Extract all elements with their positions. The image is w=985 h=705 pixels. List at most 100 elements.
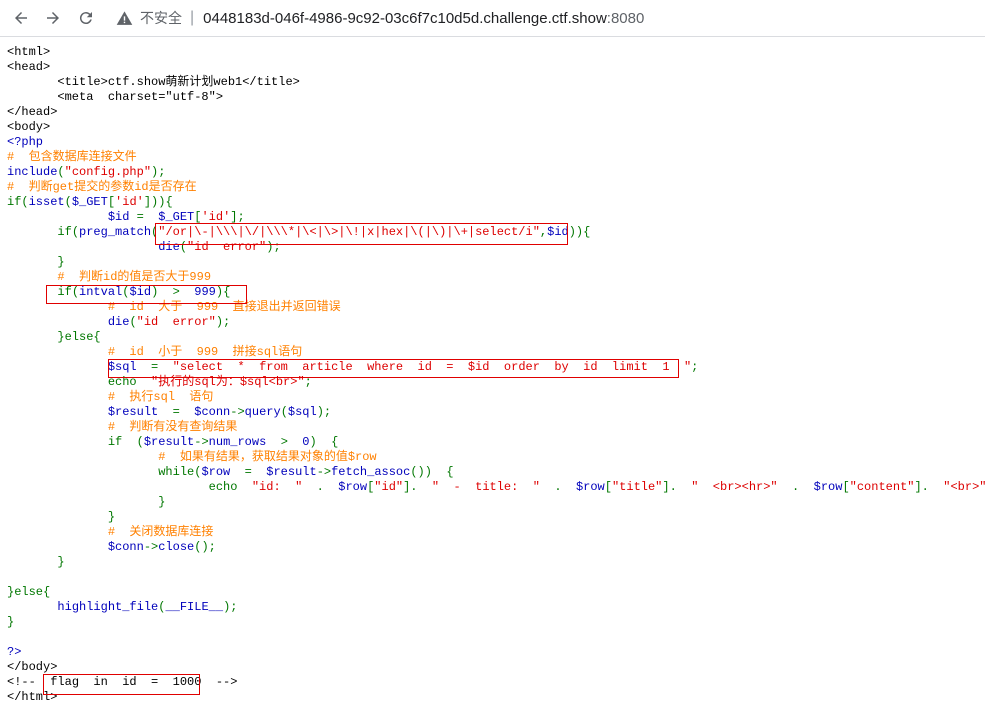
source-line: while($row = $result->fetch_assoc()) { (7, 465, 982, 480)
code-token: die (107, 315, 130, 329)
code-token: "id: " (251, 480, 317, 494)
code-token: -> (230, 405, 245, 419)
code-token: } (7, 555, 65, 569)
code-token: intval (79, 285, 123, 299)
code-token: $row (575, 480, 605, 494)
code-token: ( (129, 315, 137, 329)
arrow-left-icon (15, 12, 27, 24)
url-port: :8080 (606, 9, 645, 27)
code-token: --> (201, 675, 238, 689)
code-token: ]. (662, 480, 692, 494)
security-label[interactable]: 不安全 (140, 8, 182, 28)
source-line: <title>ctf.show萌新计划web1</title> (7, 75, 982, 90)
source-line: $id = $_GET['id']; (7, 210, 982, 225)
code-token: if (57, 285, 72, 299)
code-token: include (7, 165, 58, 179)
source-line: # 如果有结果，获取结果对象的值$row (7, 450, 982, 465)
code-token: ]. (403, 480, 432, 494)
source-line: die("id error"); (7, 240, 982, 255)
code-token: "select * from article where id = $id or… (172, 360, 692, 374)
code-token: ( (179, 240, 188, 254)
code-token: $id (547, 225, 569, 239)
code-token: " - title: " (431, 480, 555, 494)
reload-button[interactable] (74, 6, 98, 30)
code-token: ( (71, 285, 80, 299)
code-token: (); (194, 540, 216, 554)
code-token: . (316, 480, 339, 494)
code-token: = (172, 405, 195, 419)
source-line: # 关闭数据库连接 (7, 525, 982, 540)
code-token: # id 小于 999 拼接sql语句 (7, 345, 303, 359)
code-token: } (7, 615, 15, 629)
code-token: = (136, 210, 152, 224)
omnibox-separator: | (190, 9, 195, 26)
code-token: 'id' (201, 210, 231, 224)
back-button[interactable] (9, 6, 33, 30)
code-token: ); (316, 405, 332, 419)
source-line: <body> (7, 120, 982, 135)
reload-icon (79, 12, 92, 25)
code-token: "<br>" (943, 480, 985, 494)
code-token: [ (604, 480, 612, 494)
code-token: "id" (374, 480, 404, 494)
code-token: ( (21, 195, 29, 209)
code-token: $result (143, 435, 195, 449)
code-token: # 包含数据库连接文件 (7, 150, 137, 164)
source-line: ?> (7, 645, 982, 660)
source-line: # 包含数据库连接文件 (7, 150, 982, 165)
code-token: <html> (7, 45, 51, 59)
code-token: } (7, 255, 65, 269)
code-token: if (107, 435, 137, 449)
source-line: <meta charset="utf-8"> (7, 90, 982, 105)
source-line: }else{ (7, 330, 982, 345)
source-line: # id 小于 999 拼接sql语句 (7, 345, 982, 360)
code-token: "content" (849, 480, 915, 494)
source-line: echo "id: " . $row["id"]. " - title: " .… (7, 480, 985, 495)
code-token: </html> (7, 690, 58, 704)
code-token: ){ (215, 285, 231, 299)
code-token: close (158, 540, 195, 554)
source-line: }else{ (7, 585, 982, 600)
code-token: } (7, 510, 116, 524)
code-token: # 执行sql 语句 (7, 390, 214, 404)
source-line: include("config.php"); (7, 165, 982, 180)
source-line: <html> (7, 45, 982, 60)
source-line: if(intval($id) > 999){ (7, 285, 982, 300)
code-token: ); (151, 165, 166, 179)
code-token: preg_match (79, 225, 152, 239)
source-line: die("id error"); (7, 315, 982, 330)
source-line: # id 大于 999 直接退出并返回错误 (7, 300, 982, 315)
source-line: } (7, 510, 982, 525)
source-line: $sql = "select * from article where id =… (7, 360, 982, 375)
code-token: $conn (194, 405, 231, 419)
code-token: = (244, 465, 267, 479)
source-line (7, 630, 982, 645)
code-token: if (57, 225, 72, 239)
source-line: <head> (7, 60, 982, 75)
code-token: [ (107, 195, 116, 209)
code-token: # 关闭数据库连接 (7, 525, 214, 539)
code-token: echo (208, 480, 252, 494)
code-token: } (7, 495, 166, 509)
code-token: "id error" (187, 240, 267, 254)
code-token: while (158, 465, 195, 479)
code-token: 0 (302, 435, 310, 449)
code-token: highlight_file (57, 600, 159, 614)
code-token: }else{ (7, 585, 51, 599)
source-line: if(isset($_GET['id'])){ (7, 195, 982, 210)
code-token: ]; (230, 210, 245, 224)
code-token: ); (215, 315, 231, 329)
source-line: } (7, 555, 982, 570)
code-token: )){ (568, 225, 591, 239)
code-token: [ (842, 480, 850, 494)
arrow-right-icon (47, 12, 59, 24)
code-token: echo (107, 375, 152, 389)
address-bar[interactable]: 不安全 | 0448183d-046f-4986-9c92-03c6f7c10d… (106, 0, 985, 36)
forward-button[interactable] (41, 6, 65, 30)
code-token: $result (107, 405, 173, 419)
source-line: } (7, 495, 982, 510)
